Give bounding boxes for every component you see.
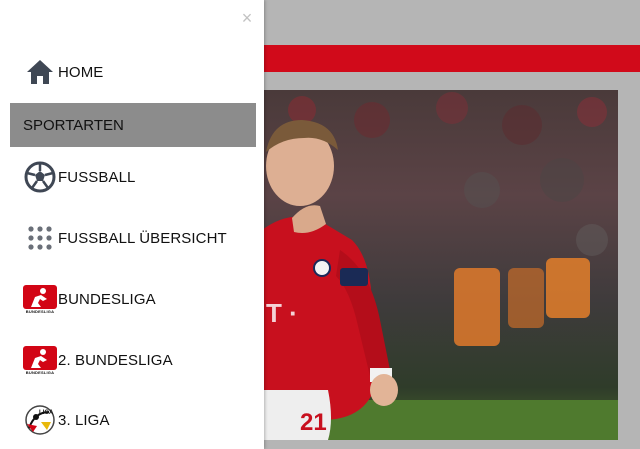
menu-item-3-liga[interactable]: LIGA 3. LIGA <box>10 398 256 442</box>
hero-image: T · 21 <box>262 90 618 440</box>
section-header-sportarten: SPORTARTEN <box>10 103 256 147</box>
menu-item-label: FUSSBALL ÜBERSICHT <box>58 229 227 247</box>
menu-item-bundesliga[interactable]: BUNDESLIGA BUNDESLIGA <box>10 277 256 321</box>
menu-item-2-bundesliga[interactable]: BUNDESLIGA 2. BUNDESLIGA <box>10 338 256 382</box>
section-header-label: SPORTARTEN <box>23 116 124 134</box>
menu-item-fussball[interactable]: FUSSBALL <box>10 155 256 199</box>
bundesliga-2-logo-icon: BUNDESLIGA <box>22 343 58 377</box>
bundesliga-2-logo-text: BUNDESLIGA <box>25 369 55 375</box>
sponsor-text: T · <box>266 298 298 328</box>
liga-3-logo-icon: LIGA <box>22 403 58 437</box>
close-button[interactable]: × <box>239 9 255 27</box>
side-menu: × HOME SPORTARTEN FUSSBALL FUSSBALL ÜBER… <box>0 0 264 449</box>
dots-grid-icon <box>22 221 58 255</box>
menu-item-label: 2. BUNDESLIGA <box>58 351 173 369</box>
header-red-bar <box>262 45 640 72</box>
menu-item-home[interactable]: HOME <box>10 50 256 94</box>
menu-item-fussball-uebersicht[interactable]: FUSSBALL ÜBERSICHT <box>10 216 256 260</box>
bundesliga-logo-icon: BUNDESLIGA <box>22 282 58 316</box>
home-icon <box>22 55 58 89</box>
soccer-ball-icon <box>22 160 58 194</box>
bundesliga-logo-text: BUNDESLIGA <box>25 308 55 314</box>
menu-item-label: FUSSBALL <box>58 168 136 186</box>
menu-item-label: 3. LIGA <box>58 411 110 429</box>
jersey-number: 21 <box>300 409 327 436</box>
menu-item-label: HOME <box>58 63 104 81</box>
liga-logo-text: LIGA <box>39 410 54 416</box>
menu-item-label: BUNDESLIGA <box>58 290 156 308</box>
